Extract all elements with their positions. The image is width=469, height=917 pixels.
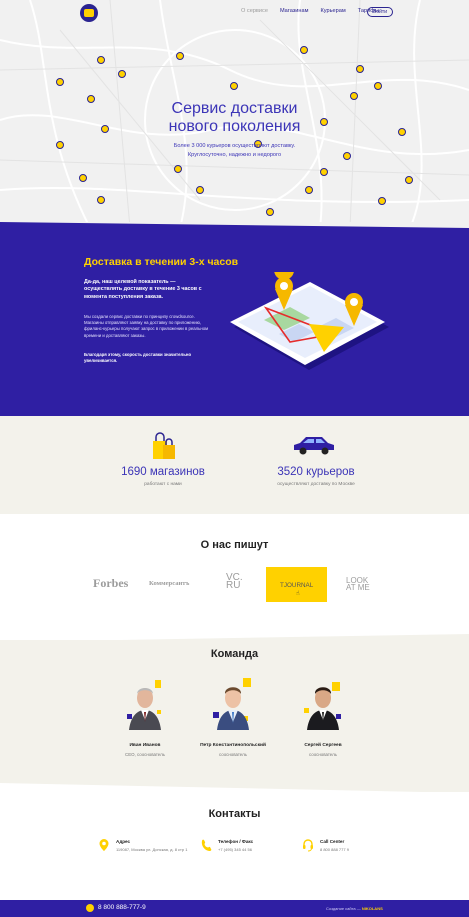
contact-call-center-label: Call Center	[320, 839, 345, 844]
pointer-cursor-icon: ☝	[296, 591, 300, 597]
footer-credit: Создание сайта — NIKOLANS	[326, 906, 383, 911]
courier-pin-icon	[118, 70, 126, 78]
team-member: Петр Константинопольский сооснователь	[183, 670, 283, 757]
hero-subtitle: Более 3 000 курьеров осуществляют достав…	[0, 142, 469, 159]
contact-phone-label: Телефон / Факс	[218, 839, 254, 844]
nav-item-couriers[interactable]: Курьерам	[320, 8, 345, 14]
stat-couriers-number: 3520 курьеров	[277, 466, 355, 478]
courier-pin-icon	[378, 197, 386, 205]
courier-pin-icon	[320, 168, 328, 176]
courier-pin-icon	[374, 82, 382, 90]
courier-pin-icon	[174, 165, 182, 173]
hero-subtitle-text: Более 3 000 курьеров осуществляют достав…	[173, 143, 296, 158]
courier-pin-icon	[356, 65, 364, 73]
shopping-bags-icon	[153, 432, 175, 459]
hero-section: О сервисе Магазинам Курьерам Тарифы Войт…	[0, 0, 469, 228]
phone-icon	[201, 839, 212, 851]
courier-pin-icon	[405, 176, 413, 184]
avatar	[127, 680, 161, 730]
contacts-title: Контакты	[208, 808, 261, 820]
contact-address-value: 119087, Москва ул. Донская, д. 8 стр 1	[116, 847, 188, 852]
section-diagonal-edge	[0, 222, 469, 228]
hero-title: Сервис доставки нового поколения	[0, 100, 469, 136]
courier-pin-icon	[230, 82, 238, 90]
delivery-section: Доставка в течении 3-х часов Да-да, наш …	[0, 222, 469, 416]
courier-pin-icon	[350, 92, 358, 100]
team-member-name: Иван Иванов	[129, 743, 161, 748]
courier-pin-icon	[79, 174, 87, 182]
location-pin-icon	[99, 839, 109, 851]
courier-pin-icon	[56, 78, 64, 86]
top-navigation-bar: О сервисе Магазинам Курьерам Тарифы Войт…	[0, 0, 469, 28]
delivery-text: Мы создали сервис доставки по принципу c…	[84, 314, 209, 338]
car-icon	[294, 437, 334, 455]
press-title: О нас пишут	[200, 539, 269, 551]
avatar	[304, 682, 341, 730]
team-member-role: сооснователь	[309, 752, 337, 757]
logo-icon[interactable]	[80, 4, 98, 22]
stat-shops-caption: работают с нами	[144, 482, 182, 487]
tablet-map-illustration	[230, 272, 389, 370]
courier-pin-icon	[97, 196, 105, 204]
team-title: Команда	[210, 648, 259, 660]
footer-credit-brand[interactable]: NIKOLANS	[362, 906, 383, 911]
delivery-note: Благодаря этому, скорость доставки значи…	[84, 352, 192, 364]
footer-phone[interactable]: 8 800 888-777-9	[98, 904, 146, 911]
footer-credit-prefix: Создание сайта —	[326, 905, 361, 911]
courier-pin-icon	[300, 46, 308, 54]
team-section: Команда Иван Иванов CEO, сооснователь Пе…	[0, 634, 469, 793]
contact-phone-value[interactable]: +7 (495) 345 44 56	[218, 847, 298, 852]
contact-call-center-value[interactable]: 8 800 888 777 9	[320, 847, 400, 852]
kommersant-logo[interactable]: Коммерсантъ	[149, 580, 189, 587]
lookatme-logo[interactable]: LOOK AT ME	[346, 577, 372, 592]
footer: 8 800 888-777-9 Создание сайта — NIKOLAN…	[0, 900, 469, 917]
courier-pin-icon	[266, 208, 274, 216]
courier-pin-icon	[176, 52, 184, 60]
login-button[interactable]: Войти	[367, 7, 393, 17]
delivery-title: Доставка в течении 3-х часов	[84, 256, 239, 268]
section-diagonal-edge	[0, 634, 469, 642]
team-member-name: Петр Константинопольский	[200, 743, 266, 748]
nav-item-shops[interactable]: Магазинам	[280, 8, 309, 14]
contact-address-label: Адрес	[116, 839, 131, 844]
avatar	[213, 678, 251, 730]
stats-section: 1690 магазинов работают с нами 3520 курь…	[0, 416, 469, 514]
vc-ru-logo[interactable]: VC.RU	[226, 573, 244, 591]
phone-icon	[86, 904, 94, 912]
hero-title-text: Сервис доставки нового поколения	[168, 100, 301, 135]
delivery-lead: Да-да, наш целевой показатель — осуществ…	[84, 279, 202, 300]
stat-couriers-caption: осуществляют доставку по Москве	[277, 482, 355, 487]
team-member-role: CEO, сооснователь	[125, 752, 165, 757]
contacts-section: Контакты Адрес 119087, Москва ул. Донска…	[0, 792, 469, 900]
courier-pin-icon	[305, 186, 313, 194]
team-member-role: сооснователь	[219, 752, 247, 757]
nav-item-about[interactable]: О сервисе	[241, 8, 268, 14]
courier-pin-icon	[196, 186, 204, 194]
team-member: Иван Иванов CEO, сооснователь	[95, 670, 195, 757]
press-section: О нас пишут Forbes Коммерсантъ VC.RU TJO…	[0, 514, 469, 640]
tjournal-logo[interactable]: TJOURNAL	[280, 582, 313, 589]
forbes-logo[interactable]: Forbes	[93, 576, 128, 591]
team-member: Сергей Сергеев сооснователь	[273, 670, 373, 757]
team-member-name: Сергей Сергеев	[304, 743, 342, 748]
headset-icon	[303, 839, 313, 852]
stat-shops-number: 1690 магазинов	[121, 466, 205, 478]
courier-pin-icon	[97, 56, 105, 64]
